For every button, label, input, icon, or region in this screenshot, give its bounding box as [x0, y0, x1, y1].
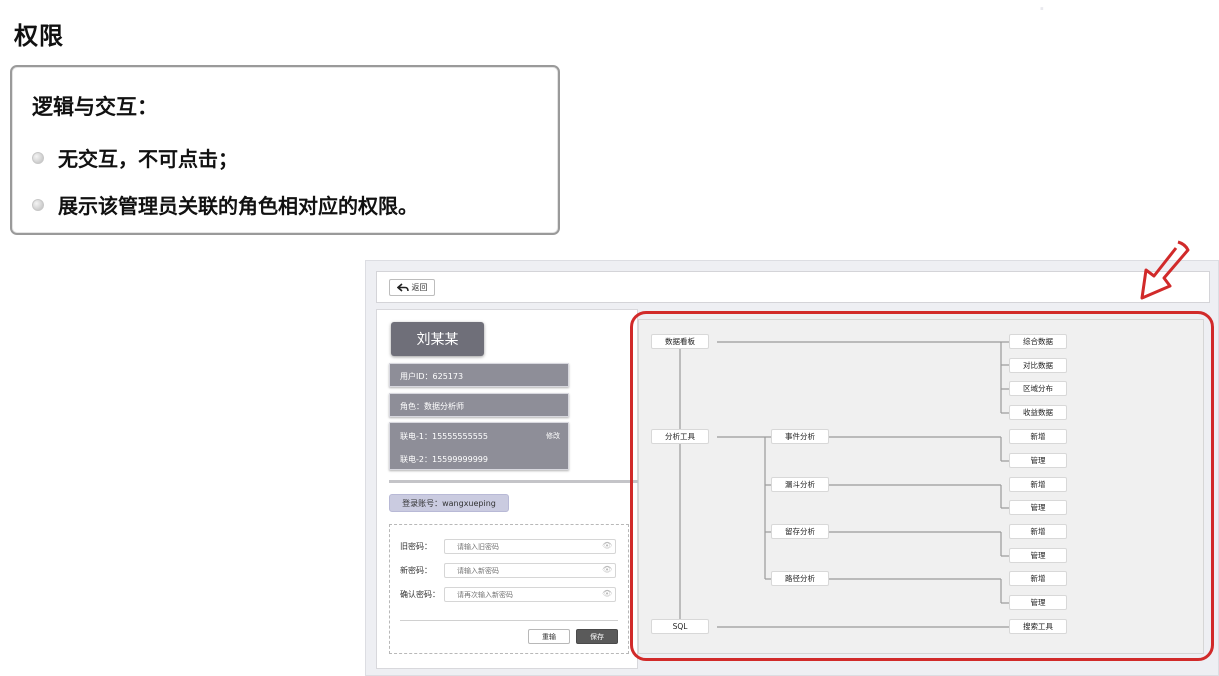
confirm-password-input[interactable] [444, 587, 616, 602]
tree-node-leaf: 新增 [1009, 571, 1067, 586]
admin-detail-mockup: 返回 刘某某 用户ID：625173 角色：数据分析师 联电-1：1555555… [365, 260, 1219, 676]
tree-node-root: 分析工具 [651, 429, 709, 444]
tree-connector-lines [679, 341, 1009, 628]
edit-phone-link[interactable]: 修改 [546, 431, 560, 441]
form-divider [400, 620, 618, 621]
user-name-badge: 刘某某 [391, 322, 484, 356]
tree-node-leaf: 综合数据 [1009, 334, 1067, 349]
tree-node-branch: 路径分析 [771, 571, 829, 586]
tree-node-leaf: 区域分布 [1009, 381, 1067, 396]
page-title: 权限 [14, 22, 64, 50]
tree-node-branch: 事件分析 [771, 429, 829, 444]
bullet-text: 无交互，不可点击； [58, 147, 238, 171]
tree-node-leaf: 新增 [1009, 524, 1067, 539]
phone1-text: 联电-1：15555555555 [400, 432, 488, 441]
tree-node-leaf: 管理 [1009, 595, 1067, 610]
confirm-password-label: 确认密码： [400, 590, 440, 599]
tree-node-root: SQL [651, 619, 709, 634]
old-password-input[interactable] [444, 539, 616, 554]
user-info-panel: 刘某某 用户ID：625173 角色：数据分析师 联电-1：1555555555… [376, 309, 641, 669]
new-password-label: 新密码： [400, 566, 432, 575]
tree-node-leaf: 新增 [1009, 429, 1067, 444]
user-id-text: 用户ID：625173 [400, 372, 464, 381]
tree-node-branch: 留存分析 [771, 524, 829, 539]
old-password-label: 旧密码： [400, 542, 432, 551]
tree-node-leaf: 管理 [1009, 548, 1067, 563]
user-id-bar: 用户ID：625173 [389, 363, 569, 387]
bullet-dot-icon [32, 151, 44, 164]
eye-icon[interactable]: 👁 [602, 565, 612, 574]
tree-node-leaf: 管理 [1009, 453, 1067, 468]
save-button[interactable]: 保存 [576, 629, 618, 644]
tree-node-root: 数据看板 [651, 334, 709, 349]
bullet-dot-icon [32, 198, 44, 211]
role-text: 角色：数据分析师 [400, 402, 464, 411]
eye-icon[interactable]: 👁 [602, 541, 612, 550]
phone2-text: 联电-2：15599999999 [400, 455, 488, 464]
password-form: 旧密码： 👁 新密码： 👁 确认密码： 👁 重输 保存 [389, 524, 629, 654]
tree-node-leaf: 管理 [1009, 500, 1067, 515]
section-divider [389, 480, 641, 483]
red-arrow-icon [1140, 240, 1190, 300]
tree-node-branch: 漏斗分析 [771, 477, 829, 492]
phone-bar: 联电-1：15555555555 修改 联电-2：15599999999 [389, 422, 569, 470]
tree-node-leaf: 收益数据 [1009, 405, 1067, 420]
tree-node-leaf: 对比数据 [1009, 358, 1067, 373]
new-password-input[interactable] [444, 563, 616, 578]
back-button[interactable]: 返回 [389, 279, 435, 296]
back-label: 返回 [411, 283, 428, 292]
tree-node-leaf: 搜索工具 [1009, 619, 1067, 634]
top-bar: 返回 [376, 271, 1210, 303]
bullet-item: 无交互，不可点击； [32, 143, 238, 172]
logic-description-box: 逻辑与交互： 无交互，不可点击； 展示该管理员关联的角色相对应的权限。 [10, 65, 560, 235]
role-bar: 角色：数据分析师 [389, 393, 569, 417]
tree-node-leaf: 新增 [1009, 477, 1067, 492]
watermark-text: · [1030, 0, 1060, 18]
back-arrow-icon [396, 282, 409, 292]
login-account-pill: 登录账号：wangxueping [389, 494, 509, 512]
eye-icon[interactable]: 👁 [602, 589, 612, 598]
logic-heading: 逻辑与交互： [32, 95, 158, 119]
permission-tree-panel: 数据看板 分析工具 SQL 综合数据 对比数据 区域分布 收益数据 事件分析 漏… [638, 319, 1204, 654]
bullet-item: 展示该管理员关联的角色相对应的权限。 [32, 190, 418, 219]
reset-button[interactable]: 重输 [528, 629, 570, 644]
watermark: · [1030, 0, 1219, 22]
bullet-text: 展示该管理员关联的角色相对应的权限。 [58, 194, 418, 218]
